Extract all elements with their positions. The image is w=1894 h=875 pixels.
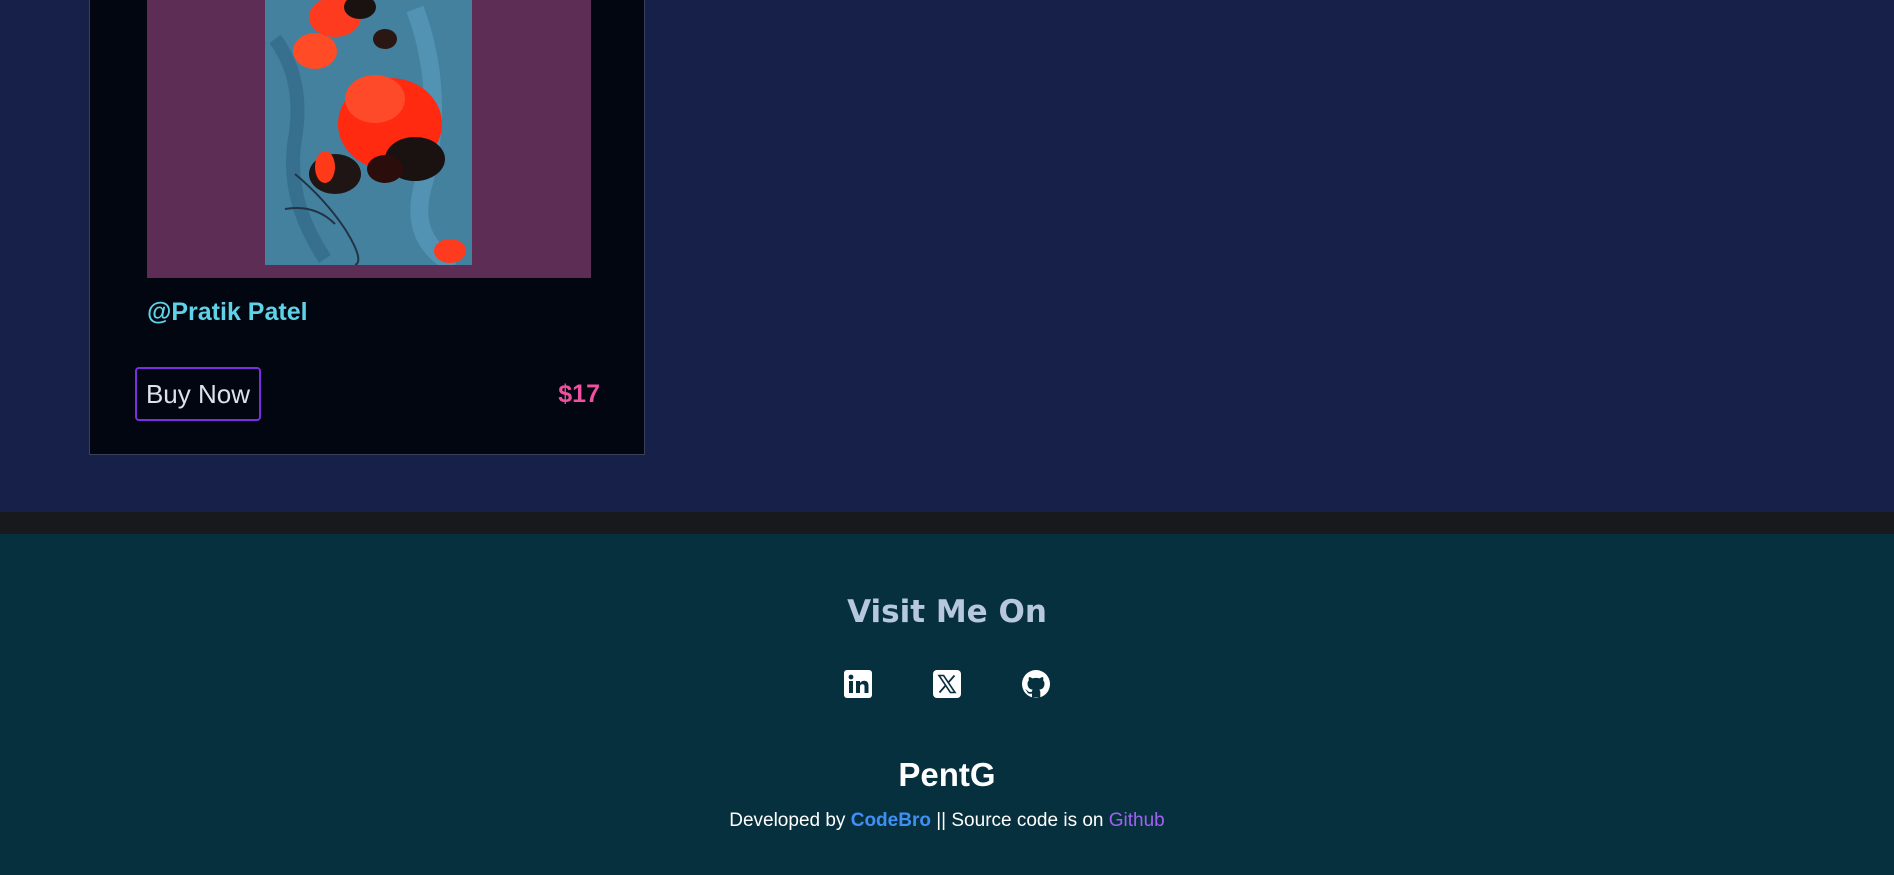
footer-heading: Visit Me On — [847, 594, 1047, 630]
linkedin-icon[interactable] — [843, 669, 873, 699]
developer-link[interactable]: CodeBro — [851, 810, 931, 831]
main-content: @Pratik Patel Buy Now $17 — [0, 0, 1894, 512]
social-links — [0, 669, 1894, 699]
credits-prefix: Developed by — [729, 810, 846, 831]
linkedin-link[interactable] — [843, 669, 873, 699]
art-card: @Pratik Patel Buy Now $17 — [89, 0, 645, 455]
credits-line: Developed by CodeBro || Source code is o… — [0, 810, 1894, 832]
github-source-link[interactable]: Github — [1109, 810, 1165, 831]
buy-now-button[interactable]: Buy Now — [135, 367, 261, 421]
x-twitter-link[interactable] — [932, 669, 962, 699]
brand-name: PentG — [898, 756, 996, 793]
github-icon[interactable] — [1021, 669, 1051, 699]
price-label: $17 — [558, 380, 600, 408]
footer: Visit Me On PentG Developed by CodeBro |… — [0, 534, 1894, 875]
credits-middle: || Source code is on — [936, 810, 1104, 831]
github-link[interactable] — [1021, 669, 1051, 699]
section-divider — [0, 512, 1894, 534]
artwork-frame — [147, 0, 591, 278]
artist-handle: @Pratik Patel — [147, 298, 308, 326]
artwork-image — [265, 0, 472, 265]
x-twitter-icon[interactable] — [932, 669, 962, 699]
